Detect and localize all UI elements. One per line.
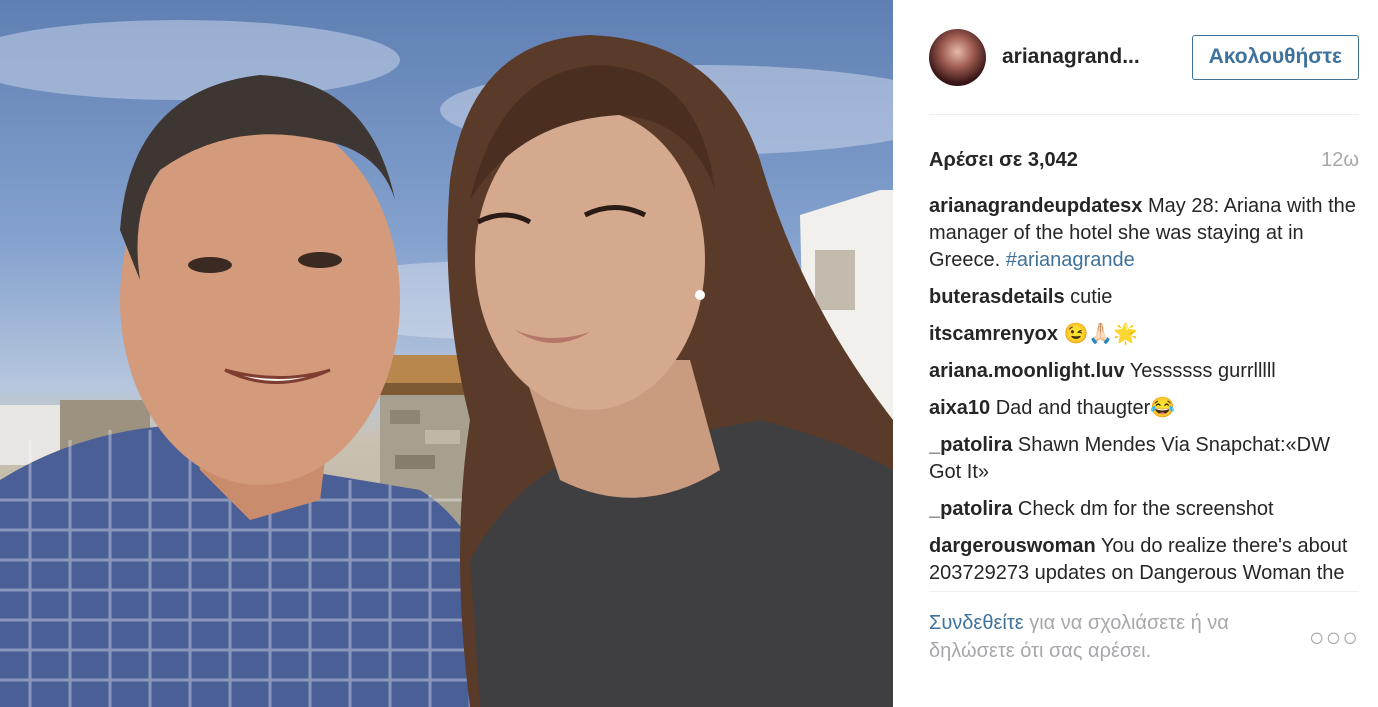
likes-text[interactable]: Αρέσει σε 3,042 [929,149,1078,172]
comment-item: _patolira Check dm for the screenshot [929,496,1359,523]
comments-list[interactable]: arianagrandeupdatesx May 28: Ariana with… [929,193,1359,592]
comment-author[interactable]: arianagrandeupdatesx [929,195,1142,217]
comment-item: aixa10 Dad and thaugter😂 [929,395,1359,422]
post-age[interactable]: 12ω [1321,149,1359,172]
comment-item: _patolira Shawn Mendes Via Snapchat:«DW … [929,432,1359,486]
post-photo[interactable] [0,0,893,707]
comment-item: arianagrandeupdatesx May 28: Ariana with… [929,193,1359,274]
likes-count: 3,042 [1027,148,1078,171]
comment-text: Check dm for the screenshot [1012,498,1274,520]
login-prompt: Συνδεθείτε για να σχολιάσετε ή να δηλώσε… [929,609,1284,665]
instagram-post: arianagrand... Ακολουθήστε Αρέσει σε 3,0… [0,0,1378,707]
comment-item: ariana.moonlight.luv Yessssss gurrlllll [929,358,1359,385]
avatar[interactable] [929,28,986,86]
comment-author[interactable]: _patolira [929,498,1012,520]
likes-prefix: Αρέσει σε [929,148,1028,171]
comment-text: 😉🙏🏻🌟 [1057,323,1139,345]
photo-illustration [0,20,893,707]
ellipsis-icon[interactable]: ○○○ [1309,622,1359,653]
comment-text: cutie [1064,286,1113,308]
post-footer: Συνδεθείτε για να σχολιάσετε ή να δηλώσε… [929,592,1359,682]
comment-author[interactable]: buterasdetails [929,286,1065,308]
follow-button[interactable]: Ακολουθήστε [1191,34,1359,80]
comment-author[interactable]: itscamrenyox [929,323,1058,345]
likes-row: Αρέσει σε 3,042 12ω [929,147,1359,173]
comment-item: dargerouswoman You do realize there's ab… [929,533,1359,591]
hashtag-link[interactable]: #arianagrande [1006,249,1135,271]
comment-author[interactable]: ariana.moonlight.luv [929,360,1125,382]
comment-text: Yessssss gurrlllll [1124,360,1276,382]
post-header: arianagrand... Ακολουθήστε [929,0,1359,115]
comment-author[interactable]: _patolira [929,434,1012,456]
username-link[interactable]: arianagrand... [1002,45,1147,69]
post-side-panel: arianagrand... Ακολουθήστε Αρέσει σε 3,0… [893,0,1378,707]
comment-author[interactable]: dargerouswoman [929,535,1096,557]
comment-author[interactable]: aixa10 [929,397,990,419]
login-link[interactable]: Συνδεθείτε [929,612,1024,634]
comment-item: buterasdetails cutie [929,284,1359,311]
comment-text: Dad and thaugter😂 [990,397,1176,419]
comment-item: itscamrenyox 😉🙏🏻🌟 [929,321,1359,348]
